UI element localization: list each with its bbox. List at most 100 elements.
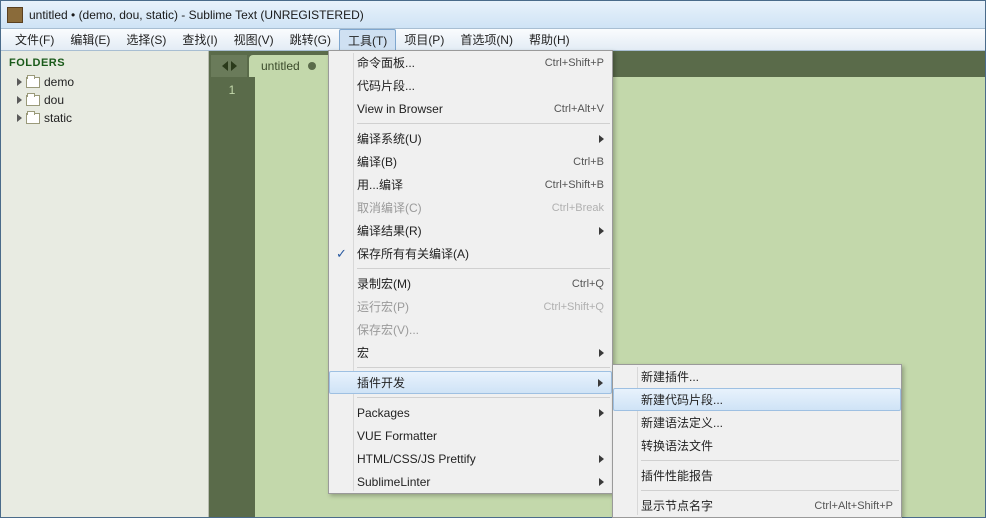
menu-separator (641, 460, 899, 461)
folder-label: static (44, 111, 72, 125)
menu-item-label: 录制宏(M) (357, 275, 572, 292)
menu-4[interactable]: 视图(V) (226, 29, 282, 50)
expand-icon (17, 78, 22, 86)
tab-label: untitled (261, 59, 300, 73)
menu-item[interactable]: Packages (329, 401, 612, 424)
menu-1[interactable]: 编辑(E) (62, 29, 118, 50)
menu-6[interactable]: 工具(T) (339, 29, 396, 50)
menu-separator (357, 268, 610, 269)
menu-2[interactable]: 选择(S) (118, 29, 174, 50)
menu-8[interactable]: 首选项(N) (452, 29, 521, 50)
menu-item[interactable]: ✓ 保存所有有关编译(A) (329, 242, 612, 265)
menu-item[interactable]: VUE Formatter (329, 424, 612, 447)
menu-item[interactable]: 编译(B)Ctrl+B (329, 150, 612, 173)
menu-item[interactable]: 新建语法定义... (613, 411, 901, 434)
menu-shortcut: Ctrl+Shift+B (545, 179, 604, 191)
menu-item[interactable]: 新建插件... (613, 365, 901, 388)
tab-nav-arrows[interactable] (211, 55, 247, 77)
menu-shortcut: Ctrl+Alt+Shift+P (814, 500, 893, 512)
menu-item-label: 插件开发 (357, 374, 603, 391)
folder-label: dou (44, 93, 64, 107)
menu-5[interactable]: 跳转(G) (282, 29, 339, 50)
tab-prev-icon (222, 61, 228, 71)
menu-item[interactable]: HTML/CSS/JS Prettify (329, 447, 612, 470)
menu-item-label: 编译系统(U) (357, 130, 604, 147)
menu-item: 保存宏(V)... (329, 318, 612, 341)
menu-shortcut: Ctrl+Break (552, 202, 604, 214)
menu-shortcut: Ctrl+Q (572, 278, 604, 290)
tab-next-icon (231, 61, 237, 71)
menu-item[interactable]: 插件性能报告 (613, 464, 901, 487)
folder-icon (26, 95, 40, 106)
menu-item[interactable]: SublimeLinter (329, 470, 612, 493)
menu-item-label: View in Browser (357, 102, 554, 116)
menu-9[interactable]: 帮助(H) (521, 29, 578, 50)
menu-item-label: 用...编译 (357, 176, 545, 193)
submenu-arrow-icon (599, 227, 604, 235)
menu-item[interactable]: 编译结果(R) (329, 219, 612, 242)
folder-dou[interactable]: dou (9, 91, 200, 109)
submenu-arrow-icon (599, 455, 604, 463)
menu-item-label: 代码片段... (357, 77, 604, 94)
expand-icon (17, 96, 22, 104)
plugin-dev-submenu: 新建插件...新建代码片段...新建语法定义...转换语法文件插件性能报告显示节… (612, 364, 902, 518)
menu-item[interactable]: 用...编译Ctrl+Shift+B (329, 173, 612, 196)
menu-item-label: 取消编译(C) (357, 199, 552, 216)
folder-demo[interactable]: demo (9, 73, 200, 91)
menu-separator (641, 490, 899, 491)
menu-shortcut: Ctrl+Shift+P (545, 57, 604, 69)
menu-item-label: 新建语法定义... (641, 414, 893, 431)
submenu-arrow-icon (599, 478, 604, 486)
menu-item[interactable]: View in BrowserCtrl+Alt+V (329, 97, 612, 120)
menu-item-label: SublimeLinter (357, 475, 604, 489)
titlebar[interactable]: untitled • (demo, dou, static) - Sublime… (1, 1, 985, 29)
menu-0[interactable]: 文件(F) (7, 29, 62, 50)
menu-separator (357, 367, 610, 368)
menu-item-label: 显示节点名字 (641, 497, 814, 514)
sidebar: FOLDERS demo dou static (1, 51, 209, 517)
menu-item-label: HTML/CSS/JS Prettify (357, 452, 604, 466)
menu-item[interactable]: 录制宏(M)Ctrl+Q (329, 272, 612, 295)
menu-item[interactable]: 显示节点名字Ctrl+Alt+Shift+P (613, 494, 901, 517)
menu-item-label: 新建代码片段... (641, 391, 892, 408)
menu-shortcut: Ctrl+Shift+Q (543, 301, 604, 313)
menu-item-label: 转换语法文件 (641, 437, 893, 454)
menu-item-label: 保存所有有关编译(A) (357, 245, 604, 262)
tools-menu: 命令面板...Ctrl+Shift+P 代码片段... View in Browse… (328, 50, 613, 494)
sidebar-header: FOLDERS (9, 57, 200, 69)
menu-separator (357, 397, 610, 398)
menu-item[interactable]: 编译系统(U) (329, 127, 612, 150)
menu-item[interactable]: 命令面板...Ctrl+Shift+P (329, 51, 612, 74)
menu-item: 取消编译(C)Ctrl+Break (329, 196, 612, 219)
app-icon (7, 7, 23, 23)
menu-item: 运行宏(P)Ctrl+Shift+Q (329, 295, 612, 318)
folder-label: demo (44, 75, 74, 89)
menubar: 文件(F)编辑(E)选择(S)查找(I)视图(V)跳转(G)工具(T)项目(P)… (1, 29, 985, 51)
tab-untitled[interactable]: untitled (249, 55, 334, 77)
menu-item-label: 插件性能报告 (641, 467, 893, 484)
menu-item-label: 新建插件... (641, 368, 893, 385)
menu-3[interactable]: 查找(I) (174, 29, 225, 50)
submenu-arrow-icon (598, 379, 603, 387)
menu-item-label: 命令面板... (357, 54, 545, 71)
menu-7[interactable]: 项目(P) (396, 29, 452, 50)
menu-item-label: VUE Formatter (357, 429, 604, 443)
menu-item[interactable]: 代码片段... (329, 74, 612, 97)
menu-item-label: 运行宏(P) (357, 298, 543, 315)
check-icon: ✓ (336, 246, 347, 262)
menu-separator (357, 123, 610, 124)
menu-item[interactable]: 转换语法文件 (613, 434, 901, 457)
menu-item[interactable]: 宏 (329, 341, 612, 364)
menu-item-label: 编译(B) (357, 153, 573, 170)
menu-item-label: 编译结果(R) (357, 222, 604, 239)
dirty-indicator-icon (308, 62, 316, 70)
folder-static[interactable]: static (9, 109, 200, 127)
line-number: 1 (209, 83, 255, 97)
menu-item[interactable]: 插件开发 (329, 371, 612, 394)
submenu-arrow-icon (599, 409, 604, 417)
submenu-arrow-icon (599, 349, 604, 357)
menu-item[interactable]: 新建代码片段... (613, 388, 901, 411)
expand-icon (17, 114, 22, 122)
menu-shortcut: Ctrl+Alt+V (554, 103, 604, 115)
window-title: untitled • (demo, dou, static) - Sublime… (29, 8, 364, 22)
